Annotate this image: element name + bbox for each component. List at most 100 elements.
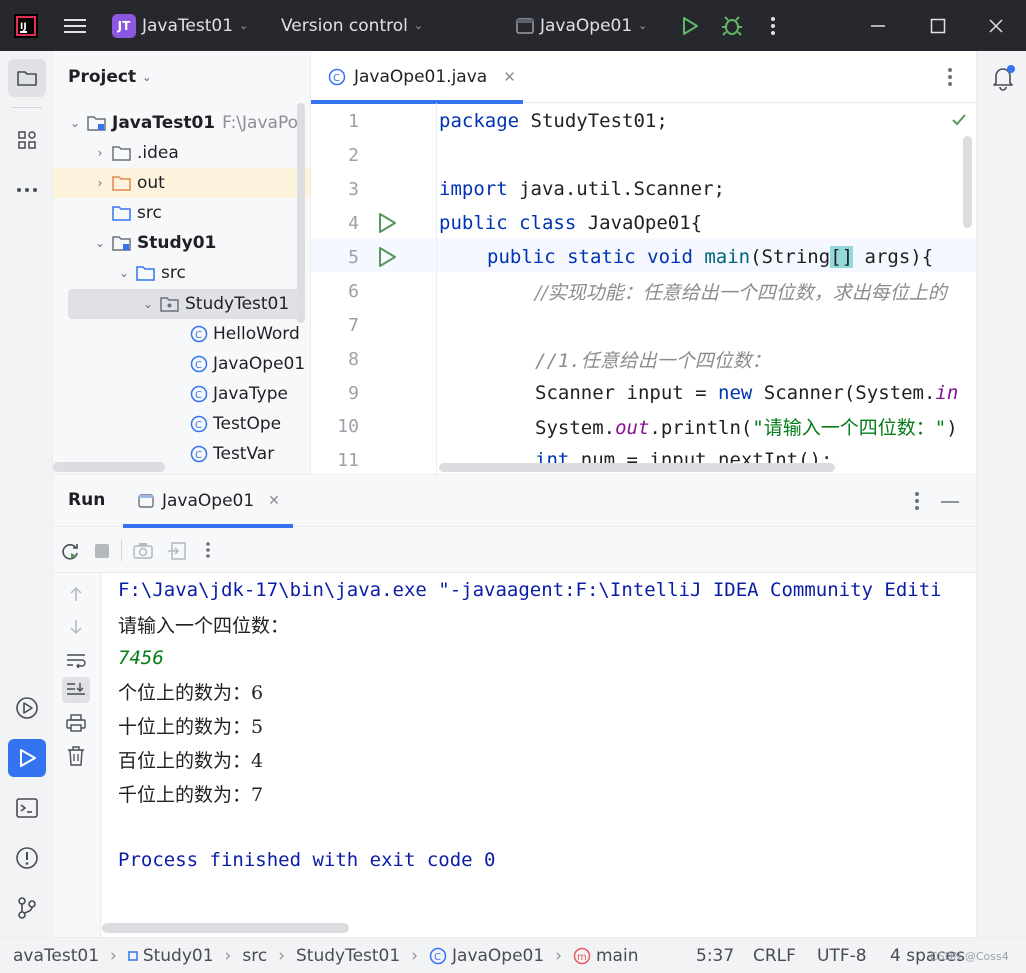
close-tab-icon[interactable]: ✕ (503, 68, 516, 86)
more-horizontal-icon (17, 188, 37, 192)
run-button[interactable] (680, 0, 700, 51)
tree-item-helloword[interactable]: C HelloWord (190, 319, 300, 349)
vertical-scrollbar[interactable] (297, 103, 305, 323)
problems-tool-button[interactable] (8, 839, 46, 877)
project-panel-header[interactable]: Project ⌄ (68, 67, 151, 87)
run-tool-button[interactable] (8, 739, 46, 777)
project-tool-button[interactable] (8, 59, 46, 97)
tree-item-idea[interactable]: › .idea (93, 138, 179, 168)
notifications-bell-icon[interactable] (991, 65, 1015, 91)
structure-tool-button[interactable] (8, 121, 46, 159)
tree-item-testope[interactable]: C TestOpe (190, 409, 281, 439)
source-folder-icon (136, 266, 155, 281)
breadcrumb-item[interactable]: Study01 (143, 946, 214, 966)
chevron-down-icon[interactable]: ⌄ (68, 116, 82, 130)
run-tab-javaope01[interactable]: JavaOpe01 ✕ (123, 475, 293, 528)
services-tool-button[interactable] (8, 689, 46, 727)
minimize-button[interactable] (870, 0, 886, 51)
scroll-to-end-button[interactable] (62, 677, 90, 703)
print-icon[interactable] (66, 714, 86, 732)
chevron-down-icon[interactable]: ⌄ (93, 236, 107, 250)
code-line[interactable]: 10 System.out.println("请输入一个四位数：") (311, 409, 976, 443)
code-line[interactable]: 3 import java.util.Scanner; (311, 172, 976, 206)
line-separator[interactable]: CRLF (753, 938, 796, 973)
caret-position[interactable]: 5:37 (696, 938, 734, 973)
camera-icon[interactable] (133, 542, 153, 560)
run-config-selector[interactable]: JavaOpe01 ⌄ (516, 0, 647, 51)
toolbar-more-icon[interactable] (205, 541, 211, 559)
vcs-menu[interactable]: Version control ⌄ (281, 0, 423, 51)
git-tool-button[interactable] (8, 889, 46, 927)
chevron-right-icon[interactable]: › (93, 146, 107, 160)
class-icon: C (190, 355, 208, 373)
chevron-down-icon: ⌄ (413, 19, 424, 32)
rerun-icon[interactable] (60, 541, 80, 561)
code-line[interactable]: 7 (311, 308, 976, 342)
class-icon: C (190, 385, 208, 403)
breadcrumb-item[interactable]: StudyTest01 (296, 946, 400, 966)
run-config-label: JavaOpe01 (540, 15, 633, 36)
code-line[interactable]: 6//实现功能：任意给出一个四位数，求出每位上的 (311, 274, 976, 308)
editor-tab-javaope01[interactable]: C JavaOpe01.java ✕ (311, 51, 523, 104)
breadcrumb: avaTest01 › Study01 › src › StudyTest01 … (13, 946, 639, 966)
code-line[interactable]: 8//1.任意给出一个四位数： (311, 342, 976, 376)
trash-icon[interactable] (67, 746, 85, 766)
code-line[interactable]: 1 package StudyTest01; (311, 104, 976, 138)
code-line[interactable]: 5 public static void main(String[] args)… (311, 240, 976, 274)
gutter-run-icon[interactable] (377, 246, 397, 268)
tree-item-out[interactable]: › out (93, 168, 165, 198)
chevron-down-icon[interactable]: ⌄ (141, 297, 155, 311)
row-highlight (53, 168, 310, 198)
tree-item-studytest01[interactable]: ⌄ StudyTest01 (141, 289, 289, 319)
chevron-right-icon[interactable]: › (93, 176, 107, 190)
more-actions-icon[interactable] (770, 0, 776, 51)
file-encoding[interactable]: UTF-8 (817, 938, 867, 973)
tree-item-src-root[interactable]: src (112, 198, 162, 228)
debug-button[interactable] (721, 0, 743, 51)
tree-item-src[interactable]: ⌄ src (117, 258, 186, 288)
tree-item-study01[interactable]: ⌄ Study01 (93, 228, 216, 258)
gutter-run-icon[interactable] (377, 212, 397, 234)
soft-wrap-icon[interactable] (66, 652, 86, 668)
code-line[interactable]: 2 (311, 138, 976, 172)
close-window-button[interactable] (988, 0, 1004, 51)
run-more-icon[interactable] (914, 491, 920, 511)
editor-horizontal-scrollbar[interactable] (439, 463, 835, 472)
code-line[interactable]: 4 public class JavaOpe01{ (311, 206, 976, 240)
main-menu-icon[interactable] (64, 0, 86, 51)
maximize-button[interactable] (930, 0, 946, 51)
app-logo-icon[interactable]: IJ (14, 0, 38, 51)
module-icon (128, 951, 138, 961)
code-line[interactable]: 9 Scanner input = new Scanner(System.in (311, 376, 976, 410)
arrow-up-icon[interactable] (68, 585, 84, 603)
console-horizontal-scrollbar[interactable] (102, 923, 349, 933)
chevron-down-icon[interactable]: ⌄ (117, 266, 131, 280)
breadcrumb-item[interactable]: JavaOpe01 (452, 946, 544, 966)
editor-vertical-scrollbar[interactable] (963, 136, 972, 228)
close-tab-icon[interactable]: ✕ (268, 493, 280, 509)
tab-more-icon[interactable] (947, 67, 953, 87)
console-output[interactable]: F:\Java\jdk-17\bin\java.exe "-javaagent:… (102, 573, 976, 938)
project-switcher[interactable]: JT JavaTest01 ⌄ (112, 0, 248, 51)
breadcrumb-item[interactable]: avaTest01 (13, 946, 99, 966)
folder-orange-icon (112, 176, 131, 191)
tree-item-testvar[interactable]: C TestVar (190, 439, 274, 469)
class-icon: C (190, 415, 208, 433)
horizontal-scrollbar[interactable] (53, 462, 165, 472)
arrow-down-icon[interactable] (68, 618, 84, 636)
tree-item-javatype[interactable]: C JavaType (190, 379, 288, 409)
stop-icon[interactable] (94, 543, 110, 559)
breadcrumb-item[interactable]: main (596, 946, 638, 966)
tree-item-javaope01[interactable]: C JavaOpe01 (190, 349, 305, 379)
hide-panel-icon[interactable] (941, 500, 959, 504)
tree-item-javatest01[interactable]: ⌄ JavaTest01 F:\JavaPo (68, 108, 298, 138)
git-branch-icon (18, 897, 36, 919)
more-tools-button[interactable] (8, 171, 46, 209)
run-tool-window: Run JavaOpe01 ✕ F:\Java\jdk-17\bin\java.… (53, 474, 976, 938)
exit-icon[interactable] (167, 541, 187, 561)
terminal-tool-button[interactable] (8, 789, 46, 827)
maximize-icon (930, 18, 946, 33)
watermark: CSDN @Coss4 (930, 949, 1009, 963)
svg-text:C: C (195, 420, 202, 431)
breadcrumb-item[interactable]: src (242, 946, 267, 966)
